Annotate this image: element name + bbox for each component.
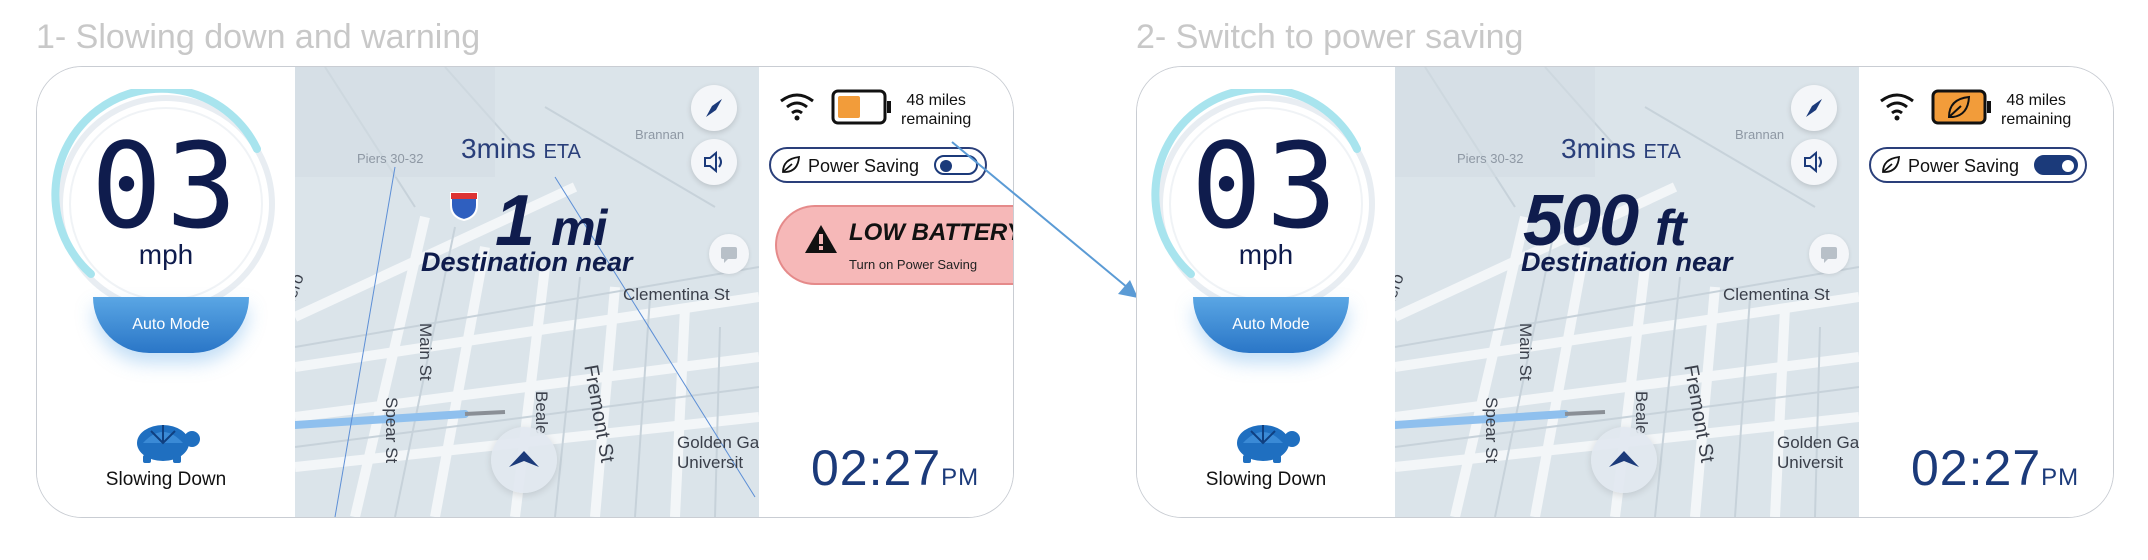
leaf-icon [782,155,800,173]
clock-ampm: PM [2041,464,2080,491]
navigation-arrow-icon [509,451,539,467]
dashboard-panel-1: 03 mph Auto Mode Slowing Down Piers 30-3… [36,66,1014,518]
message-icon [1821,247,1837,263]
volume-button[interactable] [1791,139,1837,185]
eta-display: 3mins ETA [461,133,581,165]
eta-suffix: ETA [1643,141,1681,163]
volume-button[interactable] [691,139,737,185]
auto-mode-button[interactable]: Auto Mode [93,297,249,353]
message-icon [721,247,737,263]
speed-section: 03 mph Auto Mode Slowing Down [37,67,295,517]
panel-1-title: 1- Slowing down and warning [36,18,481,56]
compass-icon [1806,99,1822,117]
speed-section: 03 mph Auto Mode Slowing Down [1137,67,1395,517]
wifi-icon [780,93,814,121]
battery-power-saving-icon [1931,89,1991,125]
range-display: 48 miles remaining [2001,91,2071,129]
wifi-icon [1880,93,1914,121]
compass-icon [706,99,722,117]
brannan-label: Brannan [1735,127,1785,142]
speed-value: 03 [90,117,242,255]
poi-name-1: Golden Ga [1777,433,1859,452]
dashboard-panel-2: 03 mph Auto Mode Slowing Down Piers 30-3… [1136,66,2114,518]
clock-time: 02:27 [811,440,942,496]
status-label: Slowing Down [105,469,227,490]
eta-suffix: ETA [543,141,581,163]
power-saving-label: Power Saving [1908,156,2020,176]
status-section: 48 miles remaining Power Saving 02:27PM [1859,67,2113,517]
poi-golden-gate: Golden Ga Universit [1777,433,1859,473]
street-main: Main St [416,323,435,381]
navigation-arrow-button[interactable] [1591,427,1657,493]
power-saving-control[interactable]: Power Saving [1869,147,2087,183]
street-clementina: Clementina St [623,285,730,304]
transition-arrow [951,141,1138,298]
eta-value: 3mins [461,133,536,164]
battery-icon [831,89,891,125]
poi-name-1: Golden Ga [677,433,759,452]
clock-time: 02:27 [1911,440,2042,496]
speed-unit: mph [138,239,194,270]
navigation-arrow-button[interactable] [491,427,557,493]
street-spear: Spear St [1482,397,1501,464]
poi-name-2: Universit [1777,453,1844,472]
destination-label: Destination near [421,247,633,277]
range-label: remaining [901,111,972,128]
clock-display: 02:27PM [1911,439,2079,497]
clock-ampm: PM [941,464,980,491]
navigation-map[interactable]: Piers 30-32 Brannan 3mins ETA 1 mi Desti… [295,67,759,517]
range-display: 48 miles remaining [901,91,971,129]
poi-name-2: Universit [677,453,744,472]
eta-value: 3mins [1561,133,1636,164]
destination-label: Destination near [1521,247,1733,277]
poi-golden-gate: Golden Ga Universit [677,433,759,473]
leaf-icon [1882,155,1900,173]
panel-2-title: 2- Switch to power saving [1136,18,1524,56]
toggle-knob [2062,160,2074,172]
street-main: Main St [1516,323,1535,381]
street-spear: Spear St [382,397,401,464]
pier-label: Piers 30-32 [357,151,424,166]
message-button[interactable] [709,234,749,274]
pier-label: Piers 30-32 [1457,151,1524,166]
range-value: 48 miles [906,92,966,109]
highway-shield-icon [450,192,478,221]
eta-display: 3mins ETA [1561,133,1681,165]
street-clementina: Clementina St [1723,285,1830,304]
speed-value: 03 [1190,117,1342,255]
brannan-label: Brannan [635,127,685,142]
speaker-icon [1804,150,1822,174]
navigation-map[interactable]: Piers 30-32 Brannan 3mins ETA 500 ft Des… [1395,67,1859,517]
speed-unit: mph [1238,239,1294,270]
auto-mode-button[interactable]: Auto Mode [1193,297,1349,353]
status-label: Slowing Down [1205,469,1327,490]
power-saving-toggle[interactable] [2034,155,2078,175]
speaker-icon [704,150,722,174]
turtle-icon [137,425,200,463]
navigation-arrow-icon [1609,451,1639,467]
compass-button[interactable] [1791,85,1837,131]
warning-icon [805,225,837,253]
message-button[interactable] [1809,234,1849,274]
range-value: 48 miles [2006,92,2066,109]
turtle-icon [1237,425,1300,463]
power-saving-label: Power Saving [808,156,920,176]
clock-display: 02:27PM [811,439,979,497]
compass-button[interactable] [691,85,737,131]
range-label: remaining [2001,111,2072,128]
